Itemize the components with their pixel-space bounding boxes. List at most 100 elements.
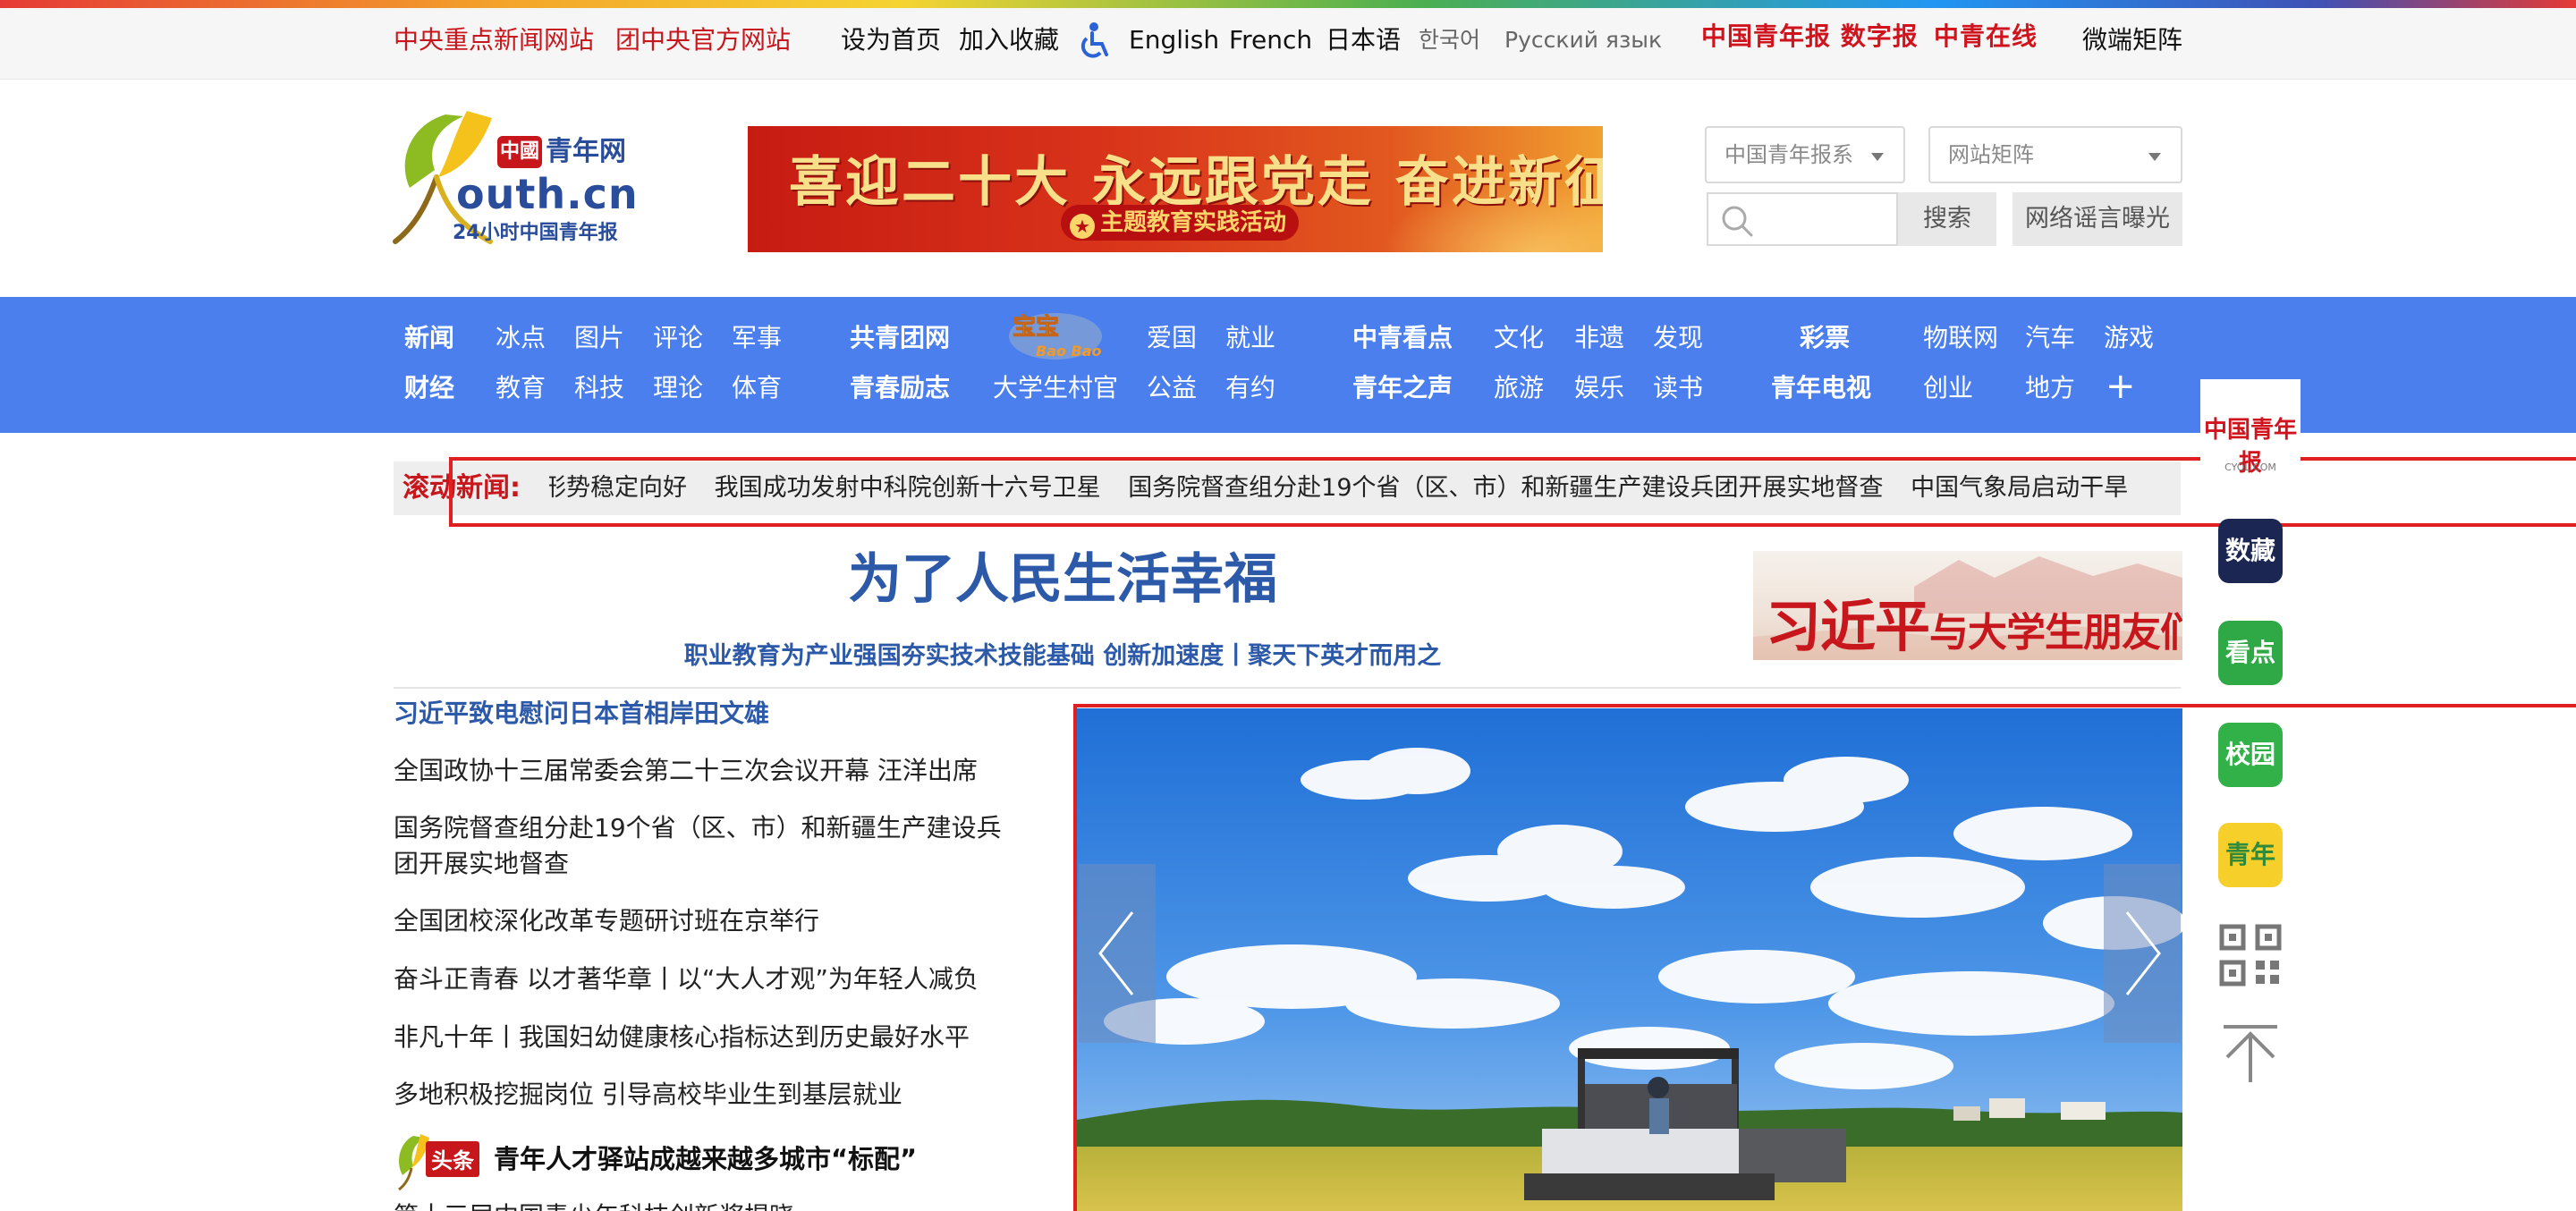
nav-more-plus-icon[interactable]: + <box>2106 368 2136 404</box>
search-box <box>1707 192 1898 246</box>
site-logo[interactable]: 中國 青年网 outh.cn 24小时中国青年报 <box>392 107 651 250</box>
logo-domain: outh.cn <box>456 170 639 218</box>
xi-students-banner[interactable]: 习近平与大学生朋友们 <box>1753 551 2182 660</box>
nav-military[interactable]: 军事 <box>732 320 782 356</box>
right-sidebar: 中国青年报 CYOL.COM 数藏 看点 校园 青年 <box>2200 379 2301 1082</box>
nav-news[interactable]: 新闻 <box>404 320 454 356</box>
banner-subtitle: ★ 主题教育实践活动 <box>1061 205 1300 241</box>
sidebar-cyol[interactable]: 中国青年报 CYOL.COM <box>2200 379 2301 485</box>
nav-sports[interactable]: 体育 <box>732 370 782 406</box>
nav-pictures[interactable]: 图片 <box>574 320 624 356</box>
nav-iot[interactable]: 物联网 <box>1923 320 1998 356</box>
nav-public-welfare[interactable]: 公益 <box>1147 370 1197 406</box>
chevron-down-icon <box>1871 153 1884 161</box>
baobao-logo-text: 宝宝 <box>1013 313 1059 341</box>
search-icon <box>1722 206 1753 237</box>
nav-youth-tv[interactable]: 青年电视 <box>1771 370 1871 406</box>
list-item-partial[interactable]: 第十三届中国青少年科技创新奖揭晓 <box>394 1198 794 1211</box>
xi-banner-main: 习近平 <box>1766 594 1930 659</box>
list-item[interactable]: 习近平致电慰问日本首相岸田文雄 <box>394 696 1020 732</box>
select-site-matrix-value: 网站矩阵 <box>1948 142 2034 167</box>
nav-games[interactable]: 游戏 <box>2104 320 2154 356</box>
logo-tagline: 24小时中国青年报 <box>453 222 618 244</box>
logo-china-badge: 中國 <box>497 136 542 168</box>
headline-badge-icon: 头条 <box>398 1134 479 1191</box>
nav-travel[interactable]: 旅游 <box>1494 370 1544 406</box>
highlight-box-slider <box>1073 704 2576 1211</box>
headline-subtitle[interactable]: 职业教育为产业强国夯实技术技能基础 创新加速度丨聚天下英才而用之 <box>394 639 1732 674</box>
star-icon: ★ <box>1070 214 1095 239</box>
list-item[interactable]: 非凡十年丨我国妇幼健康核心指标达到历史最好水平 <box>394 1020 1020 1055</box>
link-set-homepage[interactable]: 设为首页 <box>841 22 941 58</box>
list-item[interactable]: 全国团校深化改革专题研讨班在京举行 <box>394 903 1020 939</box>
sidebar-youth-app[interactable]: 青年 <box>2218 823 2283 887</box>
nav-heritage[interactable]: 非遗 <box>1574 320 1624 356</box>
sidebar-youth-label: 青年 <box>2224 840 2275 869</box>
list-item[interactable]: 全国政协十三届常委会第二十三次会议开幕 汪洋出席 <box>394 753 1020 789</box>
main-headline[interactable]: 为了人民生活幸福 <box>394 542 1732 617</box>
select-youth-daily-value: 中国青年报系 <box>1724 142 1853 167</box>
main-nav: 新闻 财经 冰点 教育 图片 科技 评论 理论 军事 体育 共青团网 青春励志 … <box>0 297 2576 433</box>
brand-cyol[interactable]: 中青在线 <box>1934 19 2038 55</box>
nav-culture[interactable]: 文化 <box>1494 320 1544 356</box>
nav-appointments[interactable]: 有约 <box>1225 370 1275 406</box>
link-central-news[interactable]: 中央重点新闻网站 <box>394 22 594 58</box>
sidebar-collectibles-app[interactable]: 数藏 <box>2218 519 2283 583</box>
list-item[interactable]: 多地积极挖掘岗位 引导高校毕业生到基层就业 <box>394 1077 1020 1113</box>
nav-youth-voice[interactable]: 青年之声 <box>1352 370 1453 406</box>
sidebar-collectibles-label: 数藏 <box>2224 536 2275 565</box>
nav-lottery[interactable]: 彩票 <box>1800 320 1850 356</box>
nav-education[interactable]: 教育 <box>496 370 546 406</box>
nav-employment[interactable]: 就业 <box>1225 320 1275 356</box>
list-item[interactable]: 奋斗正青春 以才著华章丨以“大人才观”为年轻人减负 <box>394 961 1020 997</box>
nav-tech[interactable]: 科技 <box>574 370 624 406</box>
select-youth-daily-group[interactable]: 中国青年报系 <box>1705 126 1905 183</box>
nav-finance[interactable]: 财经 <box>404 370 454 406</box>
nav-discover[interactable]: 发现 <box>1653 320 1703 356</box>
banner-subtitle-text: 主题教育实践活动 <box>1100 209 1287 236</box>
logo-site-name: 青年网 <box>546 136 626 167</box>
lang-korean[interactable]: 한국어 <box>1419 22 1480 58</box>
top-color-strip <box>0 0 2576 8</box>
nav-startup[interactable]: 创业 <box>1923 370 1973 406</box>
sidebar-campus-app[interactable]: 校园 <box>2218 723 2283 787</box>
nav-theory[interactable]: 理论 <box>653 370 703 406</box>
nav-local[interactable]: 地方 <box>2025 370 2075 406</box>
select-site-matrix[interactable]: 网站矩阵 <box>1928 126 2182 183</box>
brand-digital-paper[interactable]: 中国青年报 数字报 <box>1701 19 1919 55</box>
nav-youth-inspire[interactable]: 青春励志 <box>850 370 950 406</box>
baobao-logo[interactable]: 宝宝 Bao Bao <box>1005 308 1111 363</box>
nav-auto[interactable]: 汽车 <box>2025 320 2075 356</box>
link-add-favorite[interactable]: 加入收藏 <box>959 22 1059 58</box>
nav-comment[interactable]: 评论 <box>653 320 703 356</box>
link-micro-matrix[interactable]: 微端矩阵 <box>2082 22 2182 58</box>
nav-youth-league[interactable]: 共青团网 <box>850 320 950 356</box>
search-button[interactable]: 搜索 <box>1898 192 1996 246</box>
top-bar: 中央重点新闻网站 团中央官方网站 设为首页 加入收藏 English Frenc… <box>0 8 2576 80</box>
svg-text:Bao Bao: Bao Bao <box>1036 343 1102 360</box>
headline-story[interactable]: 青年人才驿站成越来越多城市“标配” <box>494 1141 917 1177</box>
back-to-top-icon[interactable] <box>2218 1021 2283 1086</box>
nav-zqkd[interactable]: 中青看点 <box>1352 320 1453 356</box>
nav-entertainment[interactable]: 娱乐 <box>1574 370 1624 406</box>
list-item[interactable]: 国务院督查组分赴19个省（区、市）和新疆生产建设兵团开展实地督查 <box>394 810 1020 882</box>
nav-reading[interactable]: 读书 <box>1653 370 1703 406</box>
sidebar-campus-label: 校园 <box>2224 740 2275 769</box>
qr-code-icon[interactable] <box>2218 923 2283 987</box>
party-congress-banner[interactable]: 喜迎二十大 永远跟党走 奋进新征程 ★ 主题教育实践活动 <box>748 126 1603 252</box>
xi-banner-title: 习近平与大学生朋友们 <box>1766 581 2182 660</box>
sidebar-kandian-app[interactable]: 看点 <box>2218 621 2283 685</box>
search-input[interactable] <box>1760 201 1891 237</box>
lang-french[interactable]: French <box>1229 22 1312 58</box>
rumor-exposure-button[interactable]: 网络谣言曝光 <box>2012 192 2182 246</box>
link-league-official[interactable]: 团中央官方网站 <box>615 22 791 58</box>
nav-patriotism[interactable]: 爱国 <box>1147 320 1197 356</box>
headline-badge-text: 头条 <box>431 1148 475 1173</box>
lang-english[interactable]: English <box>1129 22 1219 58</box>
sidebar-kandian-label: 看点 <box>2224 638 2275 667</box>
lang-russian[interactable]: Русский язык <box>1504 22 1662 58</box>
nav-bingdian[interactable]: 冰点 <box>496 320 546 356</box>
accessibility-icon[interactable] <box>1073 21 1113 60</box>
lang-japanese[interactable]: 日本语 <box>1326 22 1401 58</box>
nav-village-official[interactable]: 大学生村官 <box>993 370 1118 406</box>
